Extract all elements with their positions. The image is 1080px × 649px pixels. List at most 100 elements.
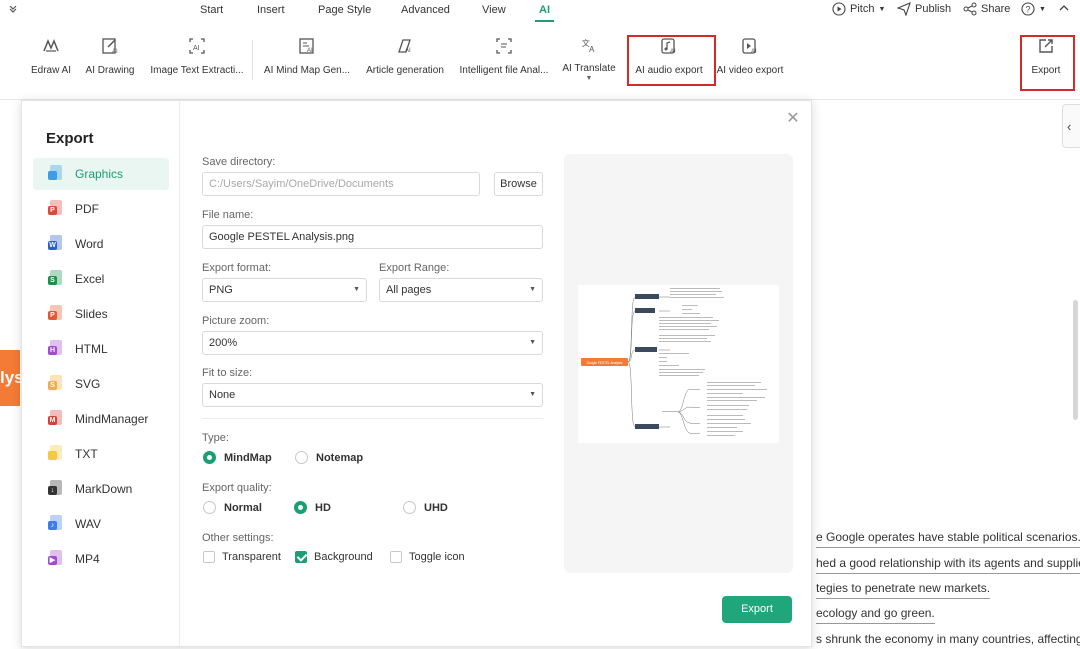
ai-mindmap-label: AI Mind Map Gen... — [263, 65, 351, 76]
tab-view[interactable]: View — [482, 4, 506, 16]
chevron-down-icon: ▼ — [585, 75, 593, 82]
format-item-mindmanager[interactable]: M MindManager — [33, 403, 169, 435]
preview-root-text: Google PESTEL Analysis — [587, 361, 623, 365]
quality-radio-normal[interactable]: Normal — [203, 501, 262, 514]
tab-advanced[interactable]: Advanced — [401, 4, 450, 16]
help-button[interactable]: ? ▼ — [1021, 2, 1046, 16]
type-radio-mindmap[interactable]: MindMap — [203, 451, 272, 464]
ai-video-export-tool[interactable]: AI AI video export — [716, 36, 784, 82]
close-icon[interactable]: ✕ — [785, 111, 801, 127]
tab-start[interactable]: Start — [200, 4, 223, 16]
format-item-excel[interactable]: S Excel — [33, 263, 169, 295]
mindmanager-file-icon: M — [48, 410, 64, 428]
mindmap-root-topic[interactable]: lys — [0, 350, 20, 406]
chevron-down-icon: ▼ — [353, 286, 360, 293]
transparent-checkbox[interactable]: Transparent — [203, 551, 281, 563]
publish-button[interactable]: Publish — [897, 2, 951, 16]
format-item-slides[interactable]: P Slides — [33, 298, 169, 330]
topic-text-line: tegies to penetrate new markets. — [816, 581, 991, 599]
chevron-left-icon: ‹ — [1067, 119, 1072, 134]
save-directory-input[interactable]: C:/Users/Sayim/OneDrive/Documents — [202, 172, 480, 196]
ai-drawing-icon: AI — [102, 38, 118, 55]
radio-circle — [203, 451, 216, 464]
format-item-pdf[interactable]: P PDF — [33, 193, 169, 225]
type-label: Type: — [202, 432, 229, 444]
pdf-file-icon: P — [48, 200, 64, 218]
quality-radio-hd[interactable]: HD — [294, 501, 331, 514]
export-range-select[interactable]: All pages ▼ — [379, 278, 543, 302]
format-item-wav[interactable]: ♪ WAV — [33, 508, 169, 540]
topic-text-line: hed a good relationship with its agents … — [816, 556, 1080, 574]
export-dialog: Export Graphics P PDF W Word S Excel P Slides H HT… — [21, 100, 812, 647]
fit-to-size-select[interactable]: None ▼ — [202, 383, 543, 407]
format-item-label: SVG — [75, 377, 101, 391]
quality-radio-uhd[interactable]: UHD — [403, 501, 448, 514]
side-panel-toggle[interactable]: ‹ — [1062, 104, 1080, 148]
format-item-word[interactable]: W Word — [33, 228, 169, 260]
checkbox-label: Background — [314, 551, 373, 563]
mindmap-preview-image: Google PESTEL Analysis — [578, 285, 779, 443]
article-generation-tool[interactable]: AI Article generation — [366, 36, 444, 82]
export-range-label: Export Range: — [379, 262, 450, 274]
chevron-down-icon: ▼ — [529, 339, 536, 346]
collapse-ribbon-icon[interactable] — [6, 4, 20, 18]
fit-to-size-label: Fit to size: — [202, 367, 253, 379]
export-button[interactable]: Export — [722, 596, 792, 623]
tab-insert[interactable]: Insert — [257, 4, 285, 16]
format-item-label: Graphics — [75, 167, 124, 181]
format-item-markdown[interactable]: ↓ MarkDown — [33, 473, 169, 505]
file-analysis-label: Intelligent file Anal... — [459, 65, 549, 76]
format-item-label: Slides — [75, 307, 108, 321]
topic-text-line: ecology and go green. — [816, 606, 935, 624]
export-format-value: PNG — [209, 284, 233, 296]
picture-zoom-select[interactable]: 200% ▼ — [202, 331, 543, 355]
format-item-label: PDF — [75, 202, 99, 216]
format-item-label: WAV — [75, 517, 101, 531]
toggle-icon-checkbox[interactable]: Toggle icon — [390, 551, 465, 563]
collapse-up-icon[interactable] — [1058, 2, 1070, 14]
browse-button[interactable]: Browse — [494, 172, 543, 196]
background-checkbox[interactable]: Background — [295, 551, 373, 563]
video-export-icon: AI — [742, 38, 757, 55]
svg-text:AI: AI — [307, 48, 313, 54]
chevron-down-icon: ▼ — [529, 391, 536, 398]
format-item-label: Excel — [75, 272, 105, 286]
share-button[interactable]: Share — [963, 2, 1010, 16]
menu-bar: Start Insert Page Style Advanced View AI… — [0, 0, 1080, 22]
radio-circle — [295, 451, 308, 464]
pitch-button[interactable]: Pitch ▼ — [832, 2, 885, 16]
format-item-html[interactable]: H HTML — [33, 333, 169, 365]
type-radio-notemap[interactable]: Notemap — [295, 451, 363, 464]
ai-drawing-label: AI Drawing — [85, 65, 135, 76]
format-item-graphics[interactable]: Graphics — [33, 158, 169, 190]
quality-option-label: HD — [315, 501, 331, 514]
share-icon — [963, 2, 977, 16]
image-text-extract-tool[interactable]: AI Image Text Extracti... — [150, 36, 244, 82]
edraw-ai-tool[interactable]: Edraw AI — [30, 36, 72, 82]
ai-mindmap-tool[interactable]: AI AI Mind Map Gen... — [264, 36, 350, 82]
tab-page-style[interactable]: Page Style — [318, 4, 371, 16]
ai-drawing-tool[interactable]: AI AI Drawing — [84, 36, 136, 82]
tab-ai[interactable]: AI — [535, 4, 554, 22]
file-analysis-tool[interactable]: Intelligent file Anal... — [459, 36, 549, 82]
vertical-scrollbar[interactable] — [1073, 300, 1078, 420]
format-item-mp4[interactable]: ▶ MP4 — [33, 543, 169, 575]
help-icon: ? — [1021, 2, 1035, 16]
format-sidebar: Export Graphics P PDF W Word S Excel P Slides H HT… — [22, 101, 180, 646]
radio-circle — [203, 501, 216, 514]
svg-text:AI: AI — [193, 45, 200, 52]
format-item-label: MP4 — [75, 552, 100, 566]
type-option-label: MindMap — [224, 451, 272, 464]
ai-translate-tool[interactable]: 文A AI Translate ▼ — [562, 36, 616, 82]
mp4-file-icon: ▶ — [48, 550, 64, 568]
wav-file-icon: ♪ — [48, 515, 64, 533]
section-divider — [202, 418, 543, 419]
file-analysis-icon — [496, 38, 512, 54]
export-format-label: Export format: — [202, 262, 272, 274]
export-format-select[interactable]: PNG ▼ — [202, 278, 367, 302]
file-name-input[interactable]: Google PESTEL Analysis.png — [202, 225, 543, 249]
format-item-txt[interactable]: TXT — [33, 438, 169, 470]
highlight-audio-export — [627, 35, 716, 86]
format-item-svg[interactable]: S SVG — [33, 368, 169, 400]
other-settings-label: Other settings: — [202, 532, 274, 544]
